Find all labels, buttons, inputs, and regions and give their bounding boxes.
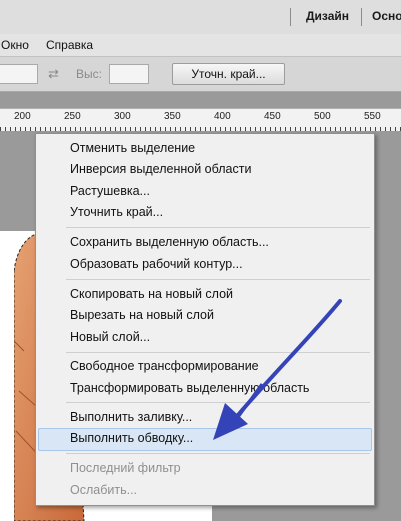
ruler-label: 350 [164, 111, 181, 122]
menu-item[interactable]: Вырезать на новый слой [70, 308, 214, 322]
ruler-label: 300 [114, 111, 131, 122]
menu-item: Последний фильтр [70, 461, 181, 475]
workspace-bar: Дизайн Осно [0, 0, 401, 35]
menu-separator [66, 227, 370, 228]
menu-item: Ослабить... [70, 483, 138, 497]
height-label: Выс: [76, 67, 102, 81]
menu-separator [66, 453, 370, 454]
menu-item[interactable]: Образовать рабочий контур... [70, 257, 243, 271]
ruler-label: 400 [214, 111, 231, 122]
menu-item[interactable]: Выполнить заливку... [70, 410, 192, 424]
refine-edge-button[interactable]: Уточн. край... [172, 63, 285, 85]
menu-item[interactable]: Выполнить обводку... [70, 431, 193, 445]
menu-window[interactable]: Окно [1, 38, 29, 52]
menu-item[interactable]: Инверсия выделенной области [70, 162, 251, 176]
height-field[interactable] [109, 64, 149, 84]
menu-item[interactable]: Отменить выделение [70, 141, 195, 155]
menu-item[interactable]: Сохранить выделенную область... [70, 235, 269, 249]
menu-item[interactable]: Трансформировать выделенную область [70, 381, 309, 395]
menu-item[interactable]: Растушевка... [70, 184, 150, 198]
ruler-label: 450 [264, 111, 281, 122]
menu-item[interactable]: Уточнить край... [70, 205, 163, 219]
menu-bar: Окно Справка [0, 34, 401, 57]
menu-item[interactable]: Новый слой... [70, 330, 150, 344]
ruler-label: 550 [364, 111, 381, 122]
options-bar: ⇄ Выс: Уточн. край... [0, 57, 401, 92]
menu-separator [66, 352, 370, 353]
workspace-design-button[interactable]: Дизайн [306, 9, 349, 23]
ruler-label: 200 [14, 111, 31, 122]
ruler-label: 500 [314, 111, 331, 122]
width-field[interactable] [0, 64, 38, 84]
menu-help[interactable]: Справка [46, 38, 93, 52]
menu-item[interactable]: Свободное трансформирование [70, 359, 259, 373]
selection-context-menu: Отменить выделение Инверсия выделенной об… [35, 133, 375, 506]
horizontal-ruler: 200 250 300 350 400 450 500 550 [0, 108, 401, 132]
workspace-basic-button[interactable]: Осно [372, 9, 401, 23]
separator [290, 8, 291, 26]
ruler-label: 250 [64, 111, 81, 122]
separator [361, 8, 362, 26]
swap-icon[interactable]: ⇄ [48, 66, 59, 82]
menu-item[interactable]: Скопировать на новый слой [70, 287, 233, 301]
menu-separator [66, 279, 370, 280]
menu-separator [66, 402, 370, 403]
